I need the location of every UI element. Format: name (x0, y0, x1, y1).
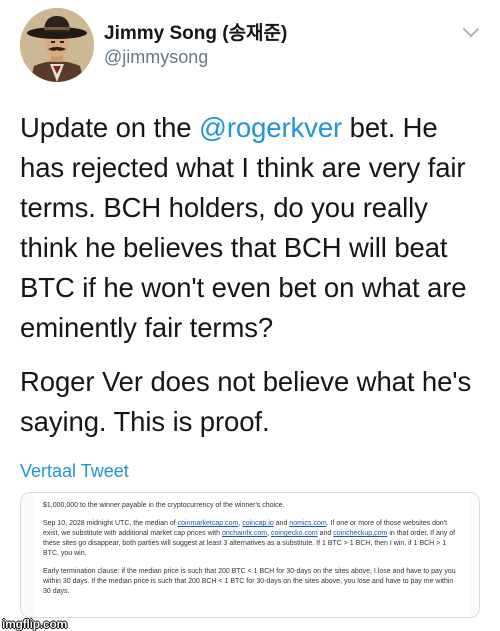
cowboy-avatar-icon (20, 8, 94, 82)
imgflip-watermark: imgflip.com (2, 617, 68, 631)
author-info[interactable]: Jimmy Song (송재준) @jimmysong (104, 18, 287, 68)
translate-tweet-link[interactable]: Vertaal Tweet (20, 461, 129, 482)
doc-link-nomics: nomics.com (289, 520, 327, 527)
doc-paragraph-2: Sep 10, 2028 midnight UTC, the median of… (43, 519, 461, 559)
tweet-text-start: Update on the (20, 112, 200, 143)
tweet-text: Update on the @rogerkver bet. He has rej… (20, 108, 485, 442)
mention-link[interactable]: @rogerkver (199, 112, 342, 143)
doc-line-1: $1,000,000 to the winner payable in the … (43, 502, 285, 509)
tweet-paragraph-1: Update on the @rogerkver bet. He has rej… (20, 108, 485, 348)
doc-link-coincheckup: coincheckup.com (333, 530, 388, 537)
doc-link-onchainfx: onchainfx.com (221, 530, 268, 537)
chevron-down-icon[interactable] (462, 26, 480, 40)
tweet-text-rest: bet. He has rejected what I think are ve… (20, 112, 467, 343)
doc-paragraph-3: Early termination clause: if the median … (43, 568, 456, 595)
tweet-card: Jimmy Song (송재준) @jimmysong Update on th… (0, 0, 500, 631)
tweet-paragraph-2: Roger Ver does not believe what he's say… (20, 366, 472, 437)
tweet-header: Jimmy Song (송재준) @jimmysong (20, 8, 480, 82)
handle[interactable]: @jimmysong (104, 47, 287, 68)
doc-text: and (273, 520, 290, 527)
display-name[interactable]: Jimmy Song (송재준) (104, 18, 287, 45)
doc-link-coincap: coincap.io (242, 520, 274, 527)
attached-image[interactable]: $1,000,000 to the winner payable in the … (20, 492, 480, 618)
doc-text: and (317, 530, 334, 537)
bet-terms-document: $1,000,000 to the winner payable in the … (33, 493, 471, 617)
doc-link-coinmarketcap: coinmarketcap.com (177, 520, 239, 527)
avatar[interactable] (20, 8, 94, 82)
doc-link-coingecko: coingecko.com (271, 530, 318, 537)
doc-text: Sep 10, 2028 midnight UTC, the median of (43, 520, 178, 527)
